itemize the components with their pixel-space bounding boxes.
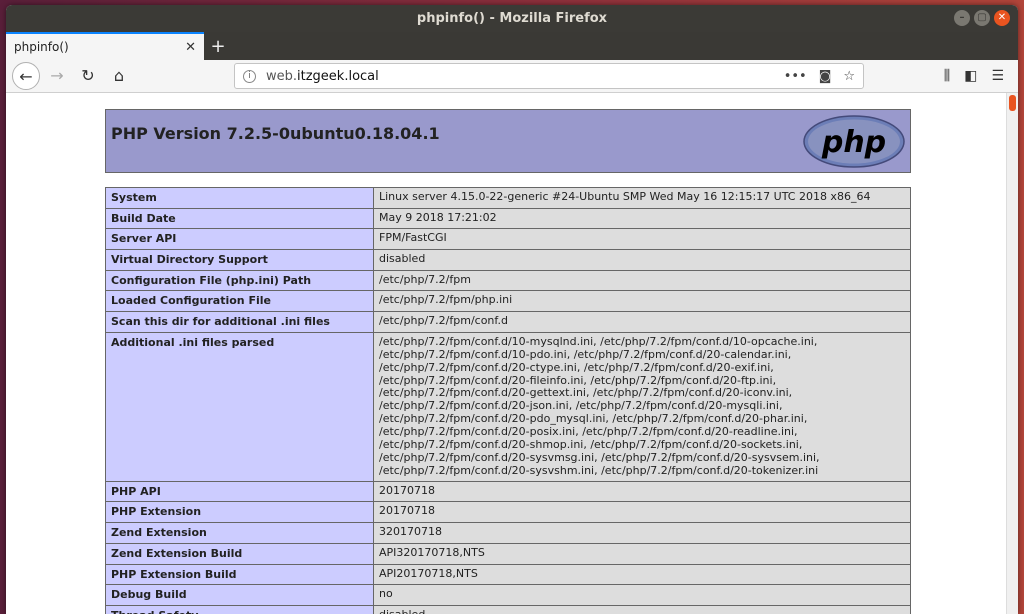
row-key: Build Date [105,207,374,230]
pocket-icon[interactable]: ◙ [819,69,832,84]
table-row: System Linux server 4.15.0-22-generic #24… [105,187,911,209]
toolbar-right: ⫼ ◧ ☰ [944,68,1004,84]
table-row: PHP Extension 20170718 [105,501,911,524]
page-actions-icon[interactable]: ••• [784,69,807,84]
row-value: /etc/php/7.2/fpm/conf.d [373,311,911,333]
svg-text:php: php [821,125,886,160]
navigation-toolbar: ← → ↻ ⌂ i web.itzgeek.local ••• ◙ ☆ ⫼ ◧ … [6,60,1018,93]
row-key: Virtual Directory Support [105,249,374,271]
home-button[interactable]: ⌂ [105,62,133,90]
sidebar-icon[interactable]: ◧ [964,68,977,84]
row-key: Zend Extension Build [105,542,374,565]
url-actions: ••• ◙ ☆ [784,69,855,84]
row-key: PHP API [105,480,374,503]
row-key: Zend Extension [105,522,374,544]
row-key: Scan this dir for additional .ini files [105,311,374,333]
row-key: PHP Extension Build [105,563,374,586]
tab-bar: phpinfo() ✕ + [6,32,1018,60]
tab-phpinfo[interactable]: phpinfo() ✕ [6,32,204,60]
row-value: 320170718 [373,522,911,544]
php-version-header: PHP Version 7.2.5-0ubuntu0.18.04.1 php [105,109,911,173]
row-key: Thread Safety [105,604,374,614]
info-icon[interactable]: i [243,69,256,83]
row-key: Debug Build [105,584,374,606]
vertical-scrollbar[interactable] [1006,93,1018,614]
row-value: /etc/php/7.2/fpm [373,269,911,292]
firefox-window: phpinfo() - Mozilla Firefox – ▢ ✕ phpinf… [6,5,1018,614]
table-row: Additional .ini files parsed/etc/php/7.2… [105,331,911,482]
table-row: Zend Extension 320170718 [105,522,911,544]
table-row: Build Date May 9 2018 17:21:02 [105,207,911,230]
new-tab-button[interactable]: + [204,34,232,60]
row-value: /etc/php/7.2/fpm/php.ini [373,290,911,313]
row-key: Server API [105,228,374,251]
row-value: 20170718 [373,480,911,503]
scrollbar-thumb[interactable] [1009,95,1016,111]
row-key: Configuration File (php.ini) Path [105,269,374,292]
tab-label: phpinfo() [14,40,69,54]
row-key: System [105,187,374,209]
reload-button[interactable]: ↻ [74,62,102,90]
tab-close-icon[interactable]: ✕ [185,40,196,55]
url-text[interactable]: web.itzgeek.local [266,69,784,84]
maximize-icon[interactable]: ▢ [974,10,990,26]
table-row: Server API FPM/FastCGI [105,228,911,251]
minimize-icon[interactable]: – [954,10,970,26]
row-value: API320170718,NTS [373,542,911,565]
row-key: PHP Extension [105,501,374,524]
row-key: Loaded Configuration File [105,290,374,313]
row-value: FPM/FastCGI [373,228,911,251]
config-table: System Linux server 4.15.0-22-generic #24… [105,187,911,614]
phpinfo-page: PHP Version 7.2.5-0ubuntu0.18.04.1 php S… [105,109,911,614]
table-row: Virtual Directory Support disabled [105,249,911,271]
table-row: Loaded Configuration File/etc/php/7.2/fp… [105,290,911,313]
menu-icon[interactable]: ☰ [991,68,1004,84]
row-value: API20170718,NTS [373,563,911,586]
table-row: Debug Build no [105,584,911,606]
row-value: disabled [373,249,911,271]
row-value: 20170718 [373,501,911,524]
page-title: PHP Version 7.2.5-0ubuntu0.18.04.1 [111,124,440,143]
window-controls: – ▢ ✕ [954,10,1010,26]
row-value: disabled [373,604,911,614]
title-bar: phpinfo() - Mozilla Firefox – ▢ ✕ [6,5,1018,32]
row-value: Linux server 4.15.0-22-generic #24-Ubunt… [373,187,911,209]
table-row: PHP API 20170718 [105,480,911,503]
row-value: no [373,584,911,606]
row-value: May 9 2018 17:21:02 [373,207,911,230]
table-row: Zend Extension Build API320170718,NTS [105,542,911,565]
table-row: Scan this dir for additional .ini files /… [105,311,911,333]
url-bar[interactable]: i web.itzgeek.local ••• ◙ ☆ [234,63,864,89]
row-key: Additional .ini files parsed [105,331,374,482]
row-value: /etc/php/7.2/fpm/conf.d/10-mysqlnd.ini, … [373,331,911,482]
page-content: PHP Version 7.2.5-0ubuntu0.18.04.1 php S… [6,93,1018,614]
back-button[interactable]: ← [12,62,40,90]
library-icon[interactable]: ⫼ [944,68,950,84]
close-window-icon[interactable]: ✕ [994,10,1010,26]
table-row: Configuration File (php.ini) Path/etc/ph… [105,269,911,292]
window-title: phpinfo() - Mozilla Firefox [416,11,608,26]
forward-button[interactable]: → [43,62,71,90]
bookmark-star-icon[interactable]: ☆ [843,69,855,84]
table-row: PHP Extension Build API20170718,NTS [105,563,911,586]
table-row: Thread Safetydisabled [105,604,911,614]
php-logo[interactable]: php [802,114,906,169]
